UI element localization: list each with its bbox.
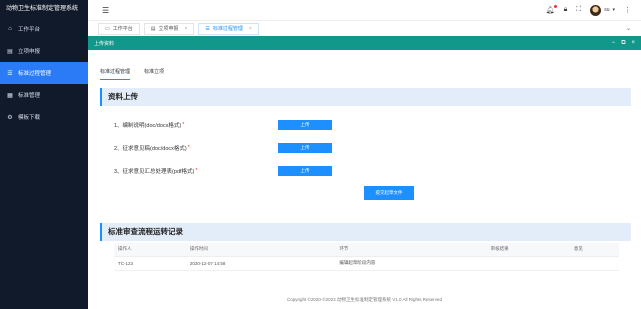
more-icon[interactable]: ⋮: [624, 6, 631, 14]
tab-label: 工作平台: [112, 25, 133, 32]
table-row: TC-123 2020-12-07 14:58 编辑起草阶段内容: [114, 256, 619, 271]
sidebar-item-label: 标准过程管理: [18, 71, 52, 77]
grid-icon: ▦: [7, 92, 13, 99]
header-actions: 🔔︎ 🔒︎ ⛶ su ▾ ⋮: [546, 4, 641, 16]
menu-toggle-icon[interactable]: ☰: [102, 6, 109, 15]
upload-button[interactable]: 上传: [278, 143, 332, 153]
footer: Copyright ©2020-©2022 动物卫生标准制定管理系统 V1.0 …: [88, 297, 641, 303]
file-icon: ▤: [7, 48, 13, 55]
upload-section: 资料上传 1、编制说明(doc/docx格式) * 上传 2、征求意见稿(doc/…: [100, 88, 631, 231]
column-header: 意见: [569, 243, 619, 257]
fullscreen-icon[interactable]: ⛶: [576, 6, 581, 14]
upload-label: 1、编制说明(doc/docx格式): [114, 123, 182, 129]
maximize-icon[interactable]: ⧉: [621, 40, 625, 47]
required-mark: *: [195, 168, 198, 174]
table-cell: [569, 256, 619, 271]
records-section: 标准审查流程运转记录 操作人 操作时间 环节 审核结果 意见 TC-123 20…: [100, 223, 631, 271]
sidebar-item-standard-management[interactable]: ▦ 标准管理: [0, 84, 88, 106]
required-mark: *: [182, 122, 185, 128]
sidebar-item-label: 模板下载: [18, 115, 41, 121]
table-cell: 编辑起草阶段内容: [335, 256, 487, 271]
panel-controls: − ⧉ ×: [612, 40, 641, 47]
column-header: 操作人: [114, 243, 186, 257]
upload-button[interactable]: 上传: [278, 120, 332, 130]
bell-icon[interactable]: 🔔︎: [546, 5, 557, 14]
chevron-down-icon[interactable]: ⌄: [626, 25, 631, 32]
upload-button[interactable]: 上传: [278, 166, 332, 176]
panel-header: 上传资料 − ⧉ ×: [88, 36, 641, 50]
sidebar-item-process-management[interactable]: ☰ 标准过程管理: [0, 62, 88, 84]
upload-panel: 上传资料 − ⧉ × 标准过程管理 标准立项 资料上传 1、编制说明(doc/d…: [88, 36, 641, 309]
table-cell: [486, 256, 570, 271]
monitor-icon: ▭: [105, 25, 110, 32]
panel-title: 上传资料: [94, 40, 115, 47]
tab-project-application[interactable]: ▤ 立项申报 ×: [143, 22, 195, 35]
avatar: [590, 4, 602, 16]
submit-draft-button[interactable]: 提交起草文件: [364, 186, 414, 200]
upload-row: 2、征求意见稿(doc/docx格式) *: [114, 144, 190, 152]
sidebar-item-label: 工作平台: [18, 27, 41, 33]
user-menu[interactable]: su ▾: [590, 4, 615, 16]
subtabs: 标准过程管理 标准立项: [100, 68, 164, 80]
section-title: 标准审查流程运转记录: [100, 223, 631, 241]
gear-icon: ⚙: [7, 114, 13, 121]
section-title: 资料上传: [100, 88, 631, 106]
upload-body: 1、编制说明(doc/docx格式) * 上传 2、征求意见稿(doc/docx格…: [100, 106, 631, 231]
app-title: 动物卫生标准制定管理系统: [6, 6, 79, 12]
top-header: ☰ 🔔︎ 🔒︎ ⛶ su ▾ ⋮: [88, 0, 641, 20]
chevron-down-icon: ▾: [612, 7, 615, 13]
upload-label: 2、征求意见稿(doc/docx格式): [114, 146, 187, 152]
close-icon[interactable]: ×: [631, 40, 635, 47]
tab-label: 标准过程管理: [212, 25, 243, 32]
home-icon: ⌂: [8, 26, 12, 32]
tab-workbench[interactable]: ▭ 工作平台: [98, 22, 140, 35]
list-icon: ☰: [205, 25, 210, 32]
list-icon: ☰: [7, 70, 13, 77]
document-icon: ▤: [150, 25, 156, 32]
sidebar: 动物卫生标准制定管理系统 ⌂ 工作平台 ▤ 立项申报 ☰ 标准过程管理 ▦ 标准…: [0, 0, 88, 309]
tab-bar: ▭ 工作平台 ▤ 立项申报 × ☰ 标准过程管理 × ⌄: [88, 20, 641, 36]
upload-row: 3、征求意见汇总处理表(pdf格式) *: [114, 167, 198, 175]
tab-process-management[interactable]: ☰ 标准过程管理 ×: [198, 22, 259, 35]
tab-label: 立项申报: [158, 25, 179, 32]
subtab-project-setup[interactable]: 标准立项: [144, 68, 164, 80]
records-table: 操作人 操作时间 环节 审核结果 意见 TC-123 2020-12-07 14…: [114, 243, 619, 271]
close-icon[interactable]: ×: [249, 23, 252, 35]
sidebar-item-label: 立项申报: [18, 49, 41, 55]
upload-label: 3、征求意见汇总处理表(pdf格式): [114, 169, 195, 175]
username: su: [604, 7, 610, 13]
table-cell: 2020-12-07 14:58: [185, 256, 336, 271]
required-mark: *: [187, 145, 190, 151]
lock-icon[interactable]: 🔒︎: [564, 6, 568, 14]
upload-row: 1、编制说明(doc/docx格式) *: [114, 121, 184, 129]
sidebar-item-project-application[interactable]: ▤ 立项申报: [0, 40, 88, 62]
column-header: 环节: [335, 243, 487, 257]
close-icon[interactable]: ×: [185, 23, 188, 35]
column-header: 操作时间: [185, 243, 336, 257]
column-header: 审核结果: [486, 243, 570, 257]
table-header-row: 操作人 操作时间 环节 审核结果 意见: [114, 243, 619, 257]
sidebar-item-label: 标准管理: [18, 93, 41, 99]
notification-dot: [553, 5, 557, 8]
sidebar-item-template-download[interactable]: ⚙ 模板下载: [0, 106, 88, 128]
subtab-process-management[interactable]: 标准过程管理: [100, 68, 131, 80]
sidebar-item-workbench[interactable]: ⌂ 工作平台: [0, 18, 88, 40]
table-cell: TC-123: [114, 256, 186, 271]
minimize-icon[interactable]: −: [612, 40, 616, 47]
